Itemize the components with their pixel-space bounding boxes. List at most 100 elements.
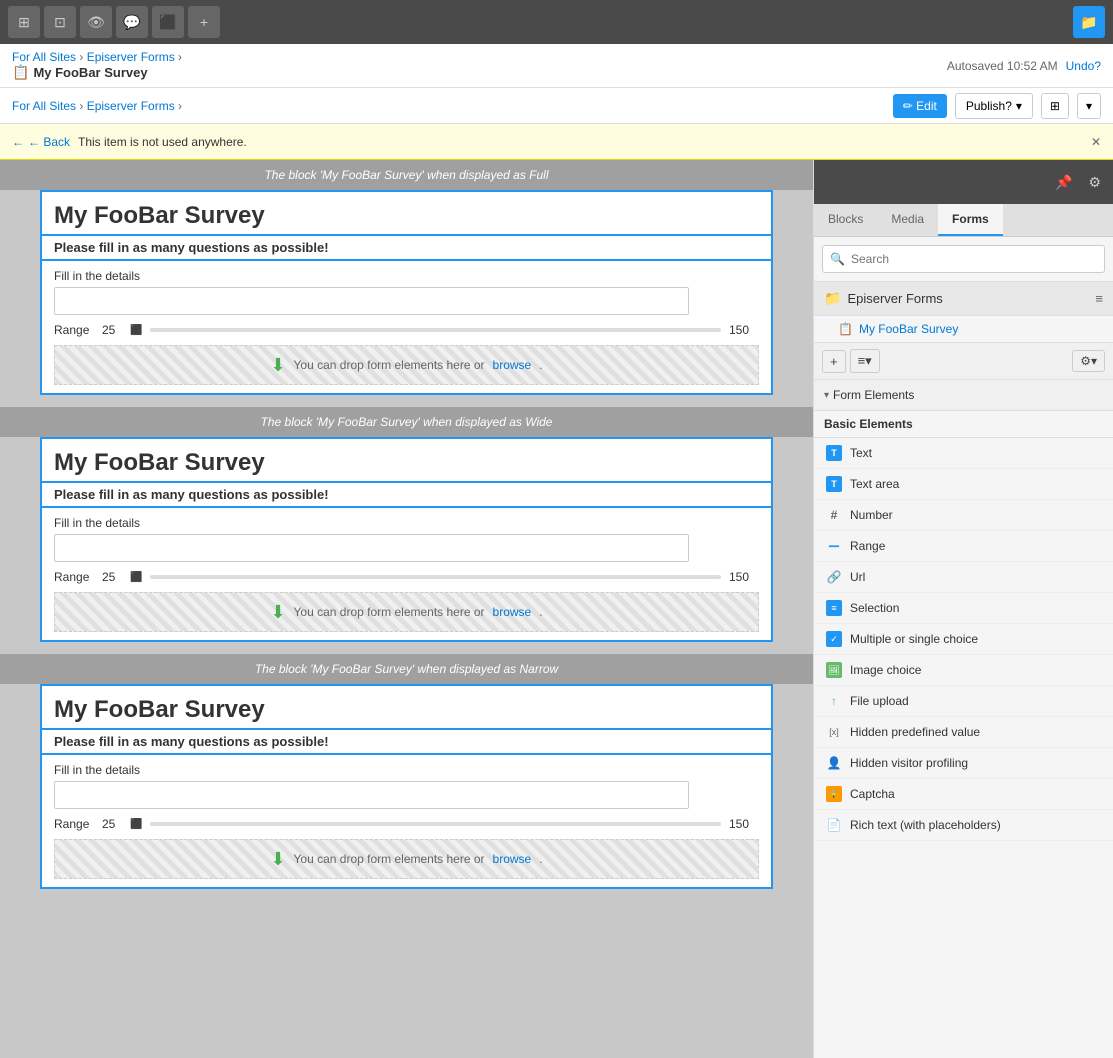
- range-max-narrow: 150: [729, 817, 759, 831]
- element-file-upload[interactable]: ↑ File upload: [814, 686, 1113, 717]
- element-text[interactable]: T Text: [814, 438, 1113, 469]
- field-label-wide: Fill in the details: [54, 516, 759, 530]
- right-tabs: Blocks Media Forms: [814, 204, 1113, 237]
- toolbar-btn-add[interactable]: +: [188, 6, 220, 38]
- drop-zone-narrow[interactable]: ⬇ You can drop form elements here or bro…: [54, 839, 759, 879]
- element-textarea[interactable]: T Text area: [814, 469, 1113, 500]
- header-bar2: For All Sites › Episerver Forms › ✏ Edit…: [0, 88, 1113, 124]
- tree-item-survey[interactable]: 📋 My FooBar Survey: [814, 316, 1113, 342]
- drop-zone-wide[interactable]: ⬇ You can drop form elements here or bro…: [54, 592, 759, 632]
- view-toggle-button[interactable]: ⊞: [1041, 93, 1069, 119]
- breadcrumb2-epi-forms[interactable]: Episerver Forms: [87, 99, 175, 113]
- text-input-narrow[interactable]: [54, 781, 689, 809]
- block-label-narrow: The block 'My FooBar Survey' when displa…: [0, 654, 813, 684]
- captcha-icon: 🔒: [826, 786, 842, 802]
- chevron-icon: ▾: [824, 390, 829, 401]
- view-toggle-button2[interactable]: ▾: [1077, 93, 1101, 119]
- element-rich-text-label: Rich text (with placeholders): [850, 818, 1001, 832]
- publish-label: Publish?: [966, 99, 1012, 113]
- form-title-narrow: My FooBar Survey: [42, 686, 771, 730]
- range-label-wide: Range: [54, 570, 94, 584]
- element-rich-text[interactable]: 📄 Rich text (with placeholders): [814, 810, 1113, 841]
- tab-media[interactable]: Media: [877, 204, 938, 236]
- element-multiple-choice[interactable]: ✓ Multiple or single choice: [814, 624, 1113, 655]
- edit-button[interactable]: ✏ Edit: [893, 94, 947, 118]
- image-choice-icon: 🖼: [826, 662, 842, 678]
- publish-button[interactable]: Publish? ▾: [955, 93, 1033, 119]
- undo-link[interactable]: Undo?: [1066, 59, 1101, 73]
- breadcrumb: For All Sites › Episerver Forms ›: [12, 50, 939, 64]
- breadcrumb-all-sites[interactable]: For All Sites: [12, 50, 76, 64]
- browse-link-wide[interactable]: browse: [493, 605, 532, 619]
- form-elements-header: ▾ Form Elements: [814, 380, 1113, 411]
- browse-link-narrow[interactable]: browse: [493, 852, 532, 866]
- add-element-button[interactable]: +: [822, 350, 846, 373]
- settings-button[interactable]: ⚙: [1084, 170, 1105, 195]
- basic-elements-label: Basic Elements: [824, 417, 913, 431]
- warning-close-button[interactable]: ✕: [1091, 135, 1101, 149]
- warning-bar: ← ← Back This item is not used anywhere.…: [0, 124, 1113, 160]
- element-number[interactable]: # Number: [814, 500, 1113, 531]
- drop-zone-full[interactable]: ⬇ You can drop form elements here or bro…: [54, 345, 759, 385]
- drop-icon-narrow: ⬇: [270, 849, 285, 870]
- element-selection[interactable]: ≡ Selection: [814, 593, 1113, 624]
- tab-forms-label: Forms: [952, 212, 989, 226]
- form-preview-narrow: My FooBar Survey Please fill in as many …: [40, 684, 773, 889]
- toolbar-btn-blue[interactable]: 📁: [1073, 6, 1105, 38]
- drop-text-wide: You can drop form elements here or: [294, 605, 485, 619]
- element-hidden-visitor-label: Hidden visitor profiling: [850, 756, 968, 770]
- text-icon: T: [826, 445, 842, 461]
- elements-list: T Text T Text area # Number ━━ Range 🔗 U…: [814, 438, 1113, 1058]
- content-area: The block 'My FooBar Survey' when displa…: [0, 160, 813, 1058]
- search-box-container: 🔍: [814, 237, 1113, 282]
- tree-item-label: My FooBar Survey: [859, 322, 958, 336]
- tab-blocks[interactable]: Blocks: [814, 204, 877, 236]
- browse-link-full[interactable]: browse: [493, 358, 532, 372]
- element-captcha[interactable]: 🔒 Captcha: [814, 779, 1113, 810]
- element-image-choice[interactable]: 🖼 Image choice: [814, 655, 1113, 686]
- element-captcha-label: Captcha: [850, 787, 895, 801]
- range-slider-full[interactable]: [150, 328, 721, 332]
- pin-button[interactable]: 📌: [1051, 170, 1076, 195]
- rich-text-icon: 📄: [826, 817, 842, 833]
- range-slider-wide[interactable]: [150, 575, 721, 579]
- range-min-full: 25: [102, 323, 122, 337]
- range-slider-narrow[interactable]: [150, 822, 721, 826]
- form-subtitle-full: Please fill in as many questions as poss…: [42, 236, 771, 261]
- header2-right: ✏ Edit Publish? ▾ ⊞ ▾: [893, 93, 1101, 119]
- epi-forms-menu-icon[interactable]: ≡: [1095, 291, 1103, 306]
- search-input[interactable]: [822, 245, 1105, 273]
- autosave-text: Autosaved 10:52 AM: [947, 59, 1058, 73]
- toolbar-btn-fullscreen[interactable]: ⬛: [152, 6, 184, 38]
- range-stepper-narrow: ⬛: [130, 819, 142, 830]
- drop-period-wide: .: [539, 605, 542, 619]
- text-input-full[interactable]: [54, 287, 689, 315]
- toolbar-btn-grid[interactable]: ⊞: [8, 6, 40, 38]
- range-row-narrow: Range 25 ⬛ 150: [54, 817, 759, 831]
- breadcrumb-epi-forms[interactable]: Episerver Forms: [87, 50, 175, 64]
- hidden-visitor-icon: 👤: [826, 755, 842, 771]
- breadcrumb2-all-sites[interactable]: For All Sites: [12, 99, 76, 113]
- page-title-header: 📋 My FooBar Survey: [12, 64, 939, 81]
- back-button[interactable]: ← ← Back: [12, 135, 70, 149]
- text-input-wide[interactable]: [54, 534, 689, 562]
- tab-forms[interactable]: Forms: [938, 204, 1003, 236]
- element-url[interactable]: 🔗 Url: [814, 562, 1113, 593]
- toolbar-btn-preview[interactable]: 👁: [80, 6, 112, 38]
- toolbar-btn-comment[interactable]: 💬: [116, 6, 148, 38]
- list-button[interactable]: ≡▾: [850, 349, 880, 373]
- hidden-predefined-icon: [x]: [826, 724, 842, 740]
- element-range[interactable]: ━━ Range: [814, 531, 1113, 562]
- gear-button[interactable]: ⚙▾: [1072, 350, 1105, 372]
- range-row-wide: Range 25 ⬛ 150: [54, 570, 759, 584]
- element-hidden-visitor[interactable]: 👤 Hidden visitor profiling: [814, 748, 1113, 779]
- element-hidden-predefined[interactable]: [x] Hidden predefined value: [814, 717, 1113, 748]
- element-textarea-label: Text area: [850, 477, 899, 491]
- form-body-narrow: Fill in the details Range 25 ⬛ 150 ⬇ You…: [42, 755, 771, 887]
- range-row-full: Range 25 ⬛ 150: [54, 323, 759, 337]
- toolbar-btn-dotgrid[interactable]: ⊡: [44, 6, 76, 38]
- form-title-wide: My FooBar Survey: [42, 439, 771, 483]
- element-hidden-predefined-label: Hidden predefined value: [850, 725, 980, 739]
- search-icon: 🔍: [830, 252, 845, 266]
- range-max-full: 150: [729, 323, 759, 337]
